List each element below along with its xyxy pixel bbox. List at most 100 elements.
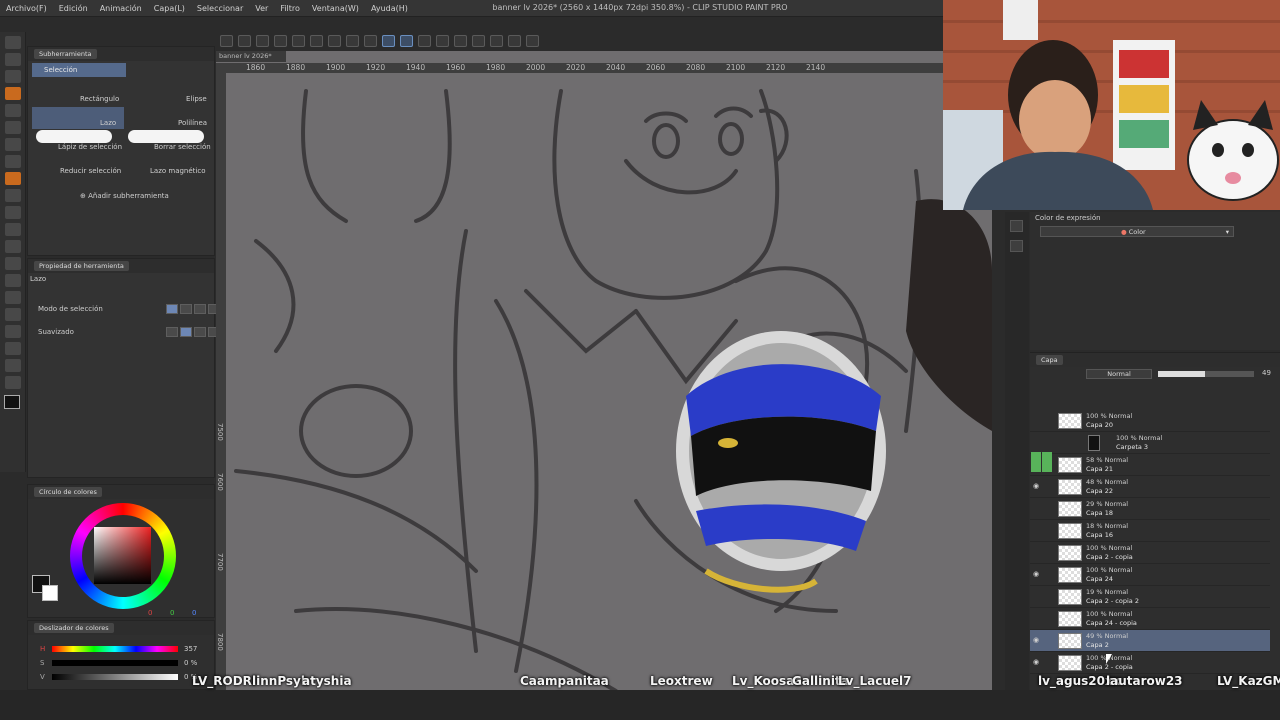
undo-icon[interactable] [292, 35, 305, 47]
layer-row[interactable]: 19 % Normal Capa 2 - copia 2 [1030, 586, 1270, 608]
menu-window[interactable]: Ventana(W) [306, 4, 365, 13]
subtool-erase-selection[interactable]: Borrar selección [154, 143, 211, 151]
save-icon[interactable] [256, 35, 269, 47]
eyedropper-tool-icon[interactable] [5, 121, 21, 134]
new-icon[interactable] [220, 35, 233, 47]
subtool-magnetic-lasso[interactable]: Lazo magnético [150, 167, 206, 175]
zoom-tool-icon[interactable] [5, 36, 21, 49]
gradient-tool-icon[interactable] [5, 274, 21, 287]
eye-icon[interactable] [1033, 614, 1042, 622]
menu-help[interactable]: Ayuda(H) [365, 4, 414, 13]
smoothing-1-icon[interactable] [166, 327, 178, 337]
subtool-lasso[interactable]: Lazo [100, 119, 116, 127]
eye-icon[interactable]: ◉ [1033, 482, 1042, 490]
layer-row[interactable]: 18 % Normal Capa 16 [1030, 520, 1270, 542]
menu-layer[interactable]: Capa(L) [148, 4, 191, 13]
pen-tool-icon[interactable] [5, 138, 21, 151]
layer-row[interactable]: ◉ 100 % Normal Capa 2 - copia [1030, 652, 1270, 674]
menu-edit[interactable]: Edición [53, 4, 94, 13]
layer-row[interactable]: ◉ 49 % Normal Capa 2 [1030, 630, 1270, 652]
main-color-swatch[interactable] [4, 395, 20, 409]
eye-icon[interactable] [1033, 592, 1042, 600]
layer-property-icon[interactable] [1010, 240, 1023, 252]
fill-tool-icon[interactable] [5, 257, 21, 270]
mode-add-icon[interactable] [180, 304, 192, 314]
menu-animation[interactable]: Animación [94, 4, 148, 13]
auto-select-tool-icon[interactable] [5, 104, 21, 117]
eye-icon[interactable]: ◉ [1033, 570, 1042, 578]
value-slider[interactable] [52, 674, 178, 680]
menu-filter[interactable]: Filtro [274, 4, 306, 13]
eye-icon[interactable]: ◉ [1033, 636, 1042, 644]
figure-tool-icon[interactable] [5, 291, 21, 304]
tab-color-circle[interactable]: Círculo de colores [34, 487, 102, 497]
subtool-group-selection[interactable]: Selección [32, 63, 126, 77]
layer-row[interactable]: ◉ 48 % Normal Capa 22 [1030, 476, 1270, 498]
shrink-selection-icon[interactable] [508, 35, 521, 47]
crop-icon[interactable] [364, 35, 377, 47]
smoothing-2-icon[interactable] [180, 327, 192, 337]
eye-icon[interactable] [1033, 526, 1042, 534]
snap-grid-icon[interactable] [418, 35, 431, 47]
layer-row[interactable]: 100 % Normal Capa 2 - copia [1030, 542, 1270, 564]
canvas-tab[interactable]: banner lv 2026* [216, 51, 286, 62]
layer-row[interactable]: 100 % Normal Capa 24 - copia [1030, 608, 1270, 630]
layer-row[interactable]: ◉58 % NormalCapa 21 [1030, 454, 1270, 476]
selection-mode-buttons[interactable] [166, 304, 220, 314]
subtool-rectangle[interactable]: Rectángulo [80, 95, 119, 103]
fill-icon[interactable] [526, 35, 539, 47]
layer-row[interactable]: ◉ 100 % Normal Capa 24 [1030, 564, 1270, 586]
transform-icon[interactable] [346, 35, 359, 47]
sub-color-chip[interactable] [42, 585, 58, 601]
frame-tool-icon[interactable] [5, 308, 21, 321]
eye-icon[interactable]: ◉ [1033, 658, 1042, 666]
operation-tool-icon[interactable] [5, 53, 21, 66]
deselect-icon[interactable] [454, 35, 467, 47]
loading-icon[interactable] [328, 35, 341, 47]
correct-line-tool-icon[interactable] [5, 376, 21, 389]
eye-icon[interactable] [1033, 548, 1042, 556]
smoothing-buttons[interactable] [166, 327, 220, 337]
tab-tool-property[interactable]: Propiedad de herramienta [34, 261, 129, 271]
print-icon[interactable] [274, 35, 287, 47]
blend-mode-select[interactable]: Normal [1086, 369, 1152, 379]
ruler-tool-icon[interactable] [5, 325, 21, 338]
subtool-selection-pen[interactable]: Lápiz de selección [58, 143, 122, 151]
tab-layer[interactable]: Capa [1036, 355, 1063, 365]
canvas-area[interactable] [216, 51, 992, 720]
layer-row[interactable]: 29 % Normal Capa 18 [1030, 498, 1270, 520]
brush-tool-icon[interactable] [5, 172, 21, 185]
snap-special-icon[interactable] [400, 35, 413, 47]
expand-selection-icon[interactable] [490, 35, 503, 47]
pencil-tool-icon[interactable] [5, 155, 21, 168]
balloon-tool-icon[interactable] [5, 359, 21, 372]
hue-slider[interactable] [52, 646, 178, 652]
subtool-polyline[interactable]: Polilínea [178, 119, 207, 127]
mode-new-icon[interactable] [166, 304, 178, 314]
invert-selection-icon[interactable] [472, 35, 485, 47]
eye-icon[interactable] [1033, 416, 1042, 424]
subtool-shrink-selection[interactable]: Reducir selección [60, 167, 121, 175]
menu-file[interactable]: Archivo(F) [0, 4, 53, 13]
blend-tool-icon[interactable] [5, 240, 21, 253]
selection-tool-icon[interactable] [5, 87, 21, 100]
eraser-tool-icon[interactable] [5, 223, 21, 236]
move-tool-icon[interactable] [5, 70, 21, 83]
layer-row[interactable]: 100 % Normal Capa 20 [1030, 410, 1270, 432]
menu-view[interactable]: Ver [249, 4, 274, 13]
smoothing-3-icon[interactable] [194, 327, 206, 337]
select-all-icon[interactable] [436, 35, 449, 47]
tab-color-slider[interactable]: Deslizador de colores [34, 623, 114, 633]
text-tool-icon[interactable] [5, 342, 21, 355]
eye-icon[interactable] [1033, 504, 1042, 512]
navigator-icon[interactable] [1010, 220, 1023, 232]
airbrush-tool-icon[interactable] [5, 189, 21, 202]
mode-subtract-icon[interactable] [194, 304, 206, 314]
eye-icon[interactable] [1033, 438, 1042, 446]
opacity-slider[interactable] [1158, 371, 1254, 377]
menu-select[interactable]: Seleccionar [191, 4, 249, 13]
saturation-value-square[interactable] [94, 527, 151, 584]
redo-icon[interactable] [310, 35, 323, 47]
add-subtool-button[interactable]: ⊕ Añadir subherramienta [80, 192, 169, 200]
snap-ruler-icon[interactable] [382, 35, 395, 47]
